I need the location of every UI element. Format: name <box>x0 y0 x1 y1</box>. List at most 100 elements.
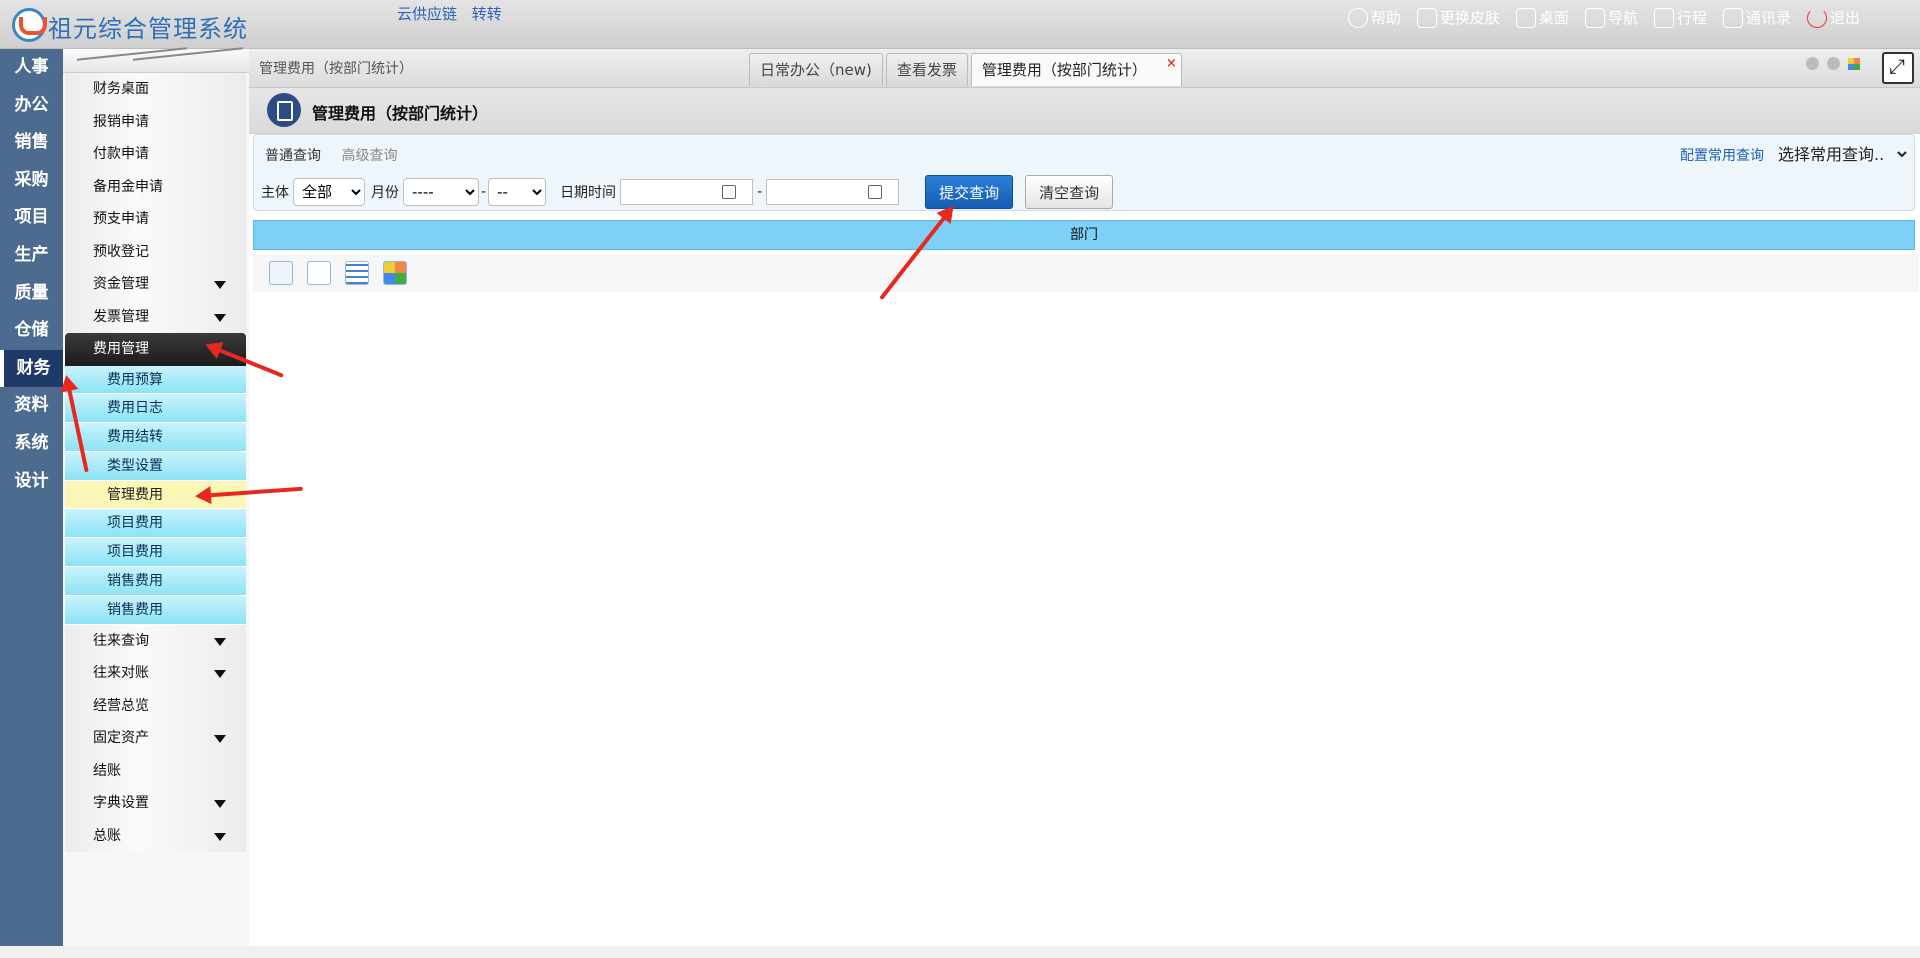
sidebar-item-prepayment[interactable]: 预收登记 <box>65 235 246 268</box>
sidebar-subitem-sales-expense[interactable]: 销售费用 <box>65 567 246 596</box>
tab-prev-icon[interactable] <box>1806 57 1819 70</box>
module-hr[interactable]: 人事 <box>0 49 63 87</box>
tab-advanced-query[interactable]: 高级查询 <box>341 148 397 164</box>
tab-daily-office[interactable]: 日常办公（new) <box>749 53 883 86</box>
logout-button[interactable]: 退出 <box>1806 7 1860 28</box>
module-finance[interactable]: 财务 <box>0 349 63 388</box>
entity-select[interactable]: 全部 <box>293 178 365 206</box>
breadcrumb: 管理费用（按部门统计） <box>259 61 413 77</box>
help-icon <box>1347 7 1368 28</box>
sidebar-item-general-ledger[interactable]: 总账 <box>65 819 246 853</box>
contacts-button[interactable]: 通讯录 <box>1722 7 1791 28</box>
sidebar-item-label: 费用管理 <box>93 341 149 357</box>
top-actions: 帮助 更换皮肤 桌面 导航 行程 通讯录 退出 <box>1347 7 1860 28</box>
sidebar-item-finance-desktop[interactable]: 财务桌面 <box>65 73 246 106</box>
sidebar-subitem-type-settings[interactable]: 类型设置 <box>65 451 246 481</box>
sidebar-item-business-overview[interactable]: 经营总览 <box>65 689 246 723</box>
sidebar-subitem-expense-carryover[interactable]: 费用结转 <box>65 423 246 452</box>
month-start-select[interactable]: ---- <box>403 178 479 206</box>
windows-icon[interactable] <box>1848 57 1860 70</box>
module-office[interactable]: 办公 <box>0 87 63 125</box>
image-icon[interactable] <box>383 261 407 285</box>
grid-icon[interactable] <box>345 261 369 285</box>
query-panel: 普通查询 高级查询 配置常用查询 选择常用查询.. 主体 全部 月份 ---- … <box>253 134 1915 211</box>
submit-query-button[interactable]: 提交查询 <box>925 175 1014 209</box>
calendar-icon[interactable] <box>722 185 737 199</box>
month-separator: - <box>481 184 487 200</box>
navigation-button[interactable]: 导航 <box>1584 7 1638 28</box>
module-sales[interactable]: 销售 <box>0 124 63 162</box>
sidebar-subitem-project-expense-2[interactable]: 项目费用 <box>65 538 246 568</box>
table-header-department: 部门 <box>253 220 1915 250</box>
bottom-strip <box>0 946 1920 958</box>
tab-bar: 管理费用（按部门统计） 日常办公（new) 查看发票 管理费用（按部门统计） × <box>249 49 1920 88</box>
desktop-label: 桌面 <box>1538 9 1569 27</box>
sidebar-item-label: 报销申请 <box>93 113 149 130</box>
date-separator: - <box>757 184 763 200</box>
sidebar-item-label: 财务桌面 <box>93 81 149 97</box>
close-icon[interactable]: × <box>1166 47 1177 80</box>
app-title: 祖元综合管理系统 <box>48 15 248 43</box>
tab-normal-query[interactable]: 普通查询 <box>265 148 321 164</box>
page-icon[interactable] <box>307 261 331 285</box>
sidebar-subitem-project-expense[interactable]: 项目费用 <box>65 509 246 539</box>
grid-nav-icon <box>1584 7 1605 28</box>
calendar-icon <box>1653 7 1674 28</box>
top-bar: 祖元综合管理系统 云供应链 转转 帮助 更换皮肤 桌面 导航 行程 通讯录 退出 <box>0 0 1920 49</box>
top-link-zhuanzhuan[interactable]: 转转 <box>472 5 502 23</box>
schedule-button[interactable]: 行程 <box>1653 7 1707 28</box>
sidebar-item-reconciliation[interactable]: 往来对账 <box>65 657 246 690</box>
sidebar-item-fixed-assets[interactable]: 固定资产 <box>65 722 246 755</box>
date-start-input[interactable] <box>620 179 754 205</box>
tab-next-icon[interactable] <box>1827 57 1840 70</box>
module-production[interactable]: 生产 <box>0 237 63 275</box>
sidebar-item-closing[interactable]: 结账 <box>65 754 246 788</box>
sidebar-subitem-expense-log[interactable]: 费用日志 <box>65 394 246 424</box>
main-content: 管理费用（按部门统计） 日常办公（new) 查看发票 管理费用（按部门统计） × … <box>249 49 1920 958</box>
sidebar-item-label: 发票管理 <box>93 308 149 325</box>
collapse-sidebar-button[interactable] <box>63 49 249 73</box>
app-logo-icon <box>12 8 47 42</box>
month-end-select[interactable]: -- <box>488 178 547 206</box>
fullscreen-button[interactable] <box>1882 52 1914 84</box>
clear-query-button[interactable]: 清空查询 <box>1025 175 1114 209</box>
common-query-select[interactable]: 选择常用查询.. <box>1774 141 1910 167</box>
sidebar-item-label: 字典设置 <box>93 795 149 812</box>
module-project[interactable]: 项目 <box>0 199 63 237</box>
sidebar-item-label: 预收登记 <box>93 243 149 260</box>
home-icon <box>1515 7 1536 28</box>
date-end-input[interactable] <box>766 179 900 205</box>
change-skin-button[interactable]: 更换皮肤 <box>1416 7 1500 28</box>
power-icon <box>1806 7 1827 28</box>
sidebar-item-account-query[interactable]: 往来查询 <box>65 624 246 658</box>
sidebar: 财务桌面 报销申请 付款申请 备用金申请 预支申请 预收登记 资金管理 发票管理… <box>63 49 249 958</box>
sidebar-item-reimbursement[interactable]: 报销申请 <box>65 105 246 138</box>
sidebar-subitem-sales-expense-2[interactable]: 销售费用 <box>65 595 246 625</box>
sidebar-item-payment-request[interactable]: 付款申请 <box>65 138 246 171</box>
module-design[interactable]: 设计 <box>0 463 63 501</box>
module-quality[interactable]: 质量 <box>0 275 63 313</box>
desktop-button[interactable]: 桌面 <box>1515 7 1569 28</box>
help-label: 帮助 <box>1370 9 1401 27</box>
entity-label: 主体 <box>261 185 289 201</box>
module-system[interactable]: 系统 <box>0 425 63 463</box>
sidebar-item-invoice-management[interactable]: 发票管理 <box>65 300 246 333</box>
module-warehouse[interactable]: 仓储 <box>0 312 63 350</box>
sidebar-subitem-expense-budget[interactable]: 费用预算 <box>65 365 246 395</box>
help-button[interactable]: 帮助 <box>1347 7 1401 28</box>
tab-view-invoice[interactable]: 查看发票 <box>885 53 968 86</box>
sidebar-item-petty-cash[interactable]: 备用金申请 <box>65 170 246 203</box>
chevron-down-icon <box>214 832 226 841</box>
sidebar-item-advance[interactable]: 预支申请 <box>65 203 246 236</box>
tab-admin-expense[interactable]: 管理费用（按部门统计） × <box>970 53 1182 86</box>
schedule-label: 行程 <box>1676 9 1707 27</box>
top-link-cloud-supply[interactable]: 云供应链 <box>397 5 457 23</box>
query-row: 主体 全部 月份 ---- - -- 日期时间 - 提交查询 清空查询 <box>261 175 1114 209</box>
list-view-icon[interactable] <box>269 261 293 285</box>
module-data[interactable]: 资料 <box>0 387 63 425</box>
calendar-icon[interactable] <box>868 185 883 199</box>
config-common-query-link[interactable]: 配置常用查询 <box>1680 145 1764 165</box>
sidebar-item-dictionary[interactable]: 字典设置 <box>65 787 246 820</box>
sidebar-item-fund-management[interactable]: 资金管理 <box>65 268 246 301</box>
module-purchase[interactable]: 采购 <box>0 162 63 200</box>
